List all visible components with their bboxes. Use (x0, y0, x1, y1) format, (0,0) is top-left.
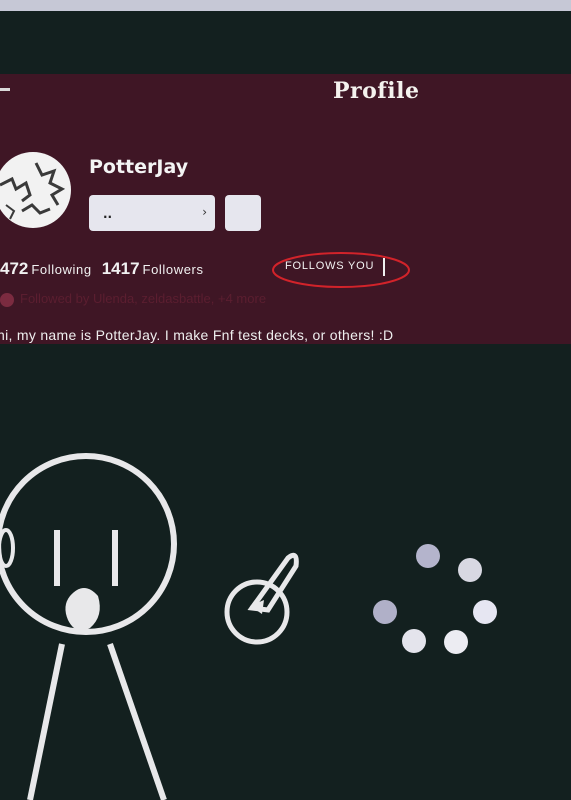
stats-row: 472 Following 1417 Followers (0, 259, 204, 279)
following-label[interactable]: Following (31, 262, 91, 277)
top-strip (0, 0, 571, 11)
follow-button[interactable]: .. › (89, 195, 215, 231)
bio: hi, my name is PotterJay. I make Fnf tes… (0, 327, 394, 343)
mutual-avatar-icon (0, 292, 14, 307)
avatar-icon[interactable] (0, 149, 74, 231)
username: PotterJay (89, 156, 189, 178)
loading-spinner-icon (373, 544, 497, 654)
chevron-right-icon: › (202, 205, 207, 219)
follows-you-label: FOLLOWS YOU (285, 260, 375, 272)
profile-panel: Profile PotterJay .. › 472 Following 1417 F… (0, 74, 571, 344)
sketch-area (0, 453, 497, 800)
wand-icon (224, 552, 299, 645)
text-caret (383, 258, 385, 276)
follows-you-badge: FOLLOWS YOU (271, 250, 411, 290)
follow-button-label: .. (103, 207, 113, 221)
stick-figure (0, 453, 177, 800)
more-button[interactable] (225, 195, 261, 231)
followed-by-row[interactable]: Followed by Ulenda, zeldasbattle, +4 mor… (0, 291, 266, 307)
back-arrow-icon[interactable] (0, 88, 10, 91)
followers-label[interactable]: Followers (143, 262, 204, 277)
header-gap (0, 11, 571, 74)
followers-count[interactable]: 1417 (102, 259, 140, 278)
page-title: Profile (333, 78, 420, 104)
following-count[interactable]: 472 (0, 259, 28, 278)
followed-by-text: Followed by Ulenda, zeldasbattle, +4 mor… (20, 291, 267, 306)
